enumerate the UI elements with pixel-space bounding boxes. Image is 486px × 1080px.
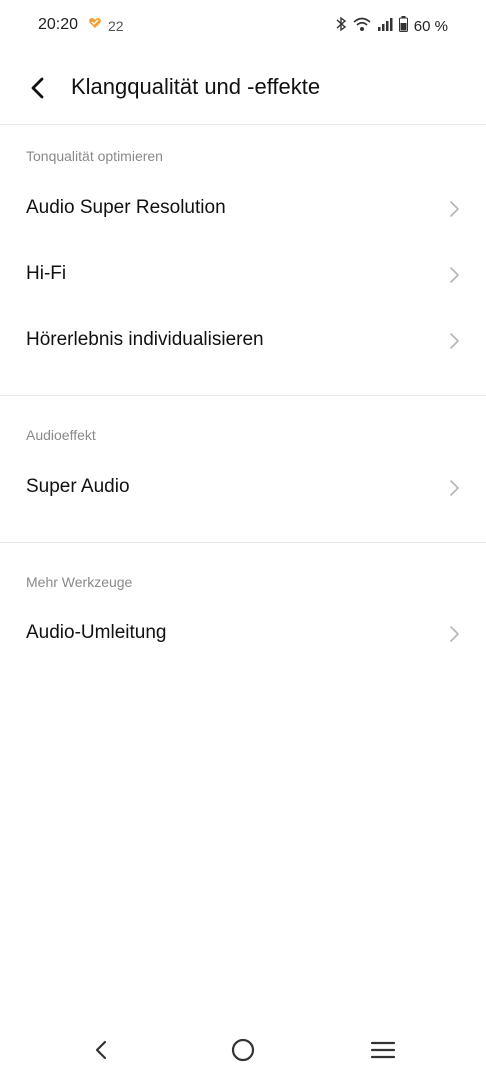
- home-nav-icon: [231, 1038, 255, 1062]
- heart-icon: [88, 16, 102, 35]
- list-item-label: Audio-Umleitung: [26, 622, 167, 643]
- section-header-audioeffekt: Audioeffekt: [26, 427, 96, 443]
- list-item-label: Hörerlebnis individualisieren: [26, 329, 264, 350]
- battery-icon: [398, 16, 408, 37]
- section-header-tonqualitaet: Tonqualität optimieren: [26, 148, 163, 164]
- chevron-right-icon: [450, 626, 459, 642]
- status-time: 20:20: [38, 16, 79, 33]
- menu-nav-icon: [370, 1041, 396, 1059]
- nav-menu-button[interactable]: [365, 1032, 401, 1068]
- back-button[interactable]: [22, 72, 54, 104]
- list-item-hoererlebnis[interactable]: Hörerlebnis individualisieren: [0, 308, 486, 374]
- list-item-label: Super Audio: [26, 476, 130, 497]
- section-divider: [0, 542, 486, 543]
- signal-icon: [377, 16, 393, 37]
- list-item-super-audio[interactable]: Super Audio: [0, 455, 486, 521]
- page-header: Klangqualität und -effekte: [0, 52, 486, 125]
- nav-home-button[interactable]: [225, 1032, 261, 1068]
- system-nav-bar: [0, 1020, 486, 1080]
- back-nav-icon: [95, 1040, 107, 1060]
- section-header-mehr-werkzeuge: Mehr Werkzeuge: [26, 574, 133, 590]
- list-item-hi-fi[interactable]: Hi-Fi: [0, 242, 486, 308]
- page-title: Klangqualität und -effekte: [71, 74, 321, 99]
- list-item-label: Hi-Fi: [26, 263, 67, 284]
- notification-count: 22: [108, 17, 124, 34]
- nav-back-button[interactable]: [84, 1032, 120, 1068]
- status-left-icons: 22: [88, 16, 124, 35]
- chevron-left-icon: [31, 77, 44, 99]
- list-item-label: Audio Super Resolution: [26, 197, 226, 218]
- chevron-right-icon: [450, 201, 459, 217]
- wifi-icon: [353, 16, 371, 37]
- battery-percentage: 60 %: [413, 18, 448, 35]
- chevron-right-icon: [450, 267, 459, 283]
- status-bar: 20:20 22 60 %: [0, 0, 486, 52]
- bluetooth-icon: [335, 16, 347, 37]
- section-divider: [0, 395, 486, 396]
- chevron-right-icon: [450, 480, 459, 496]
- status-right-icons: 60 %: [335, 16, 448, 37]
- list-item-audio-umleitung[interactable]: Audio-Umleitung: [0, 601, 486, 667]
- list-item-audio-super-resolution[interactable]: Audio Super Resolution: [0, 176, 486, 242]
- chevron-right-icon: [450, 333, 459, 349]
